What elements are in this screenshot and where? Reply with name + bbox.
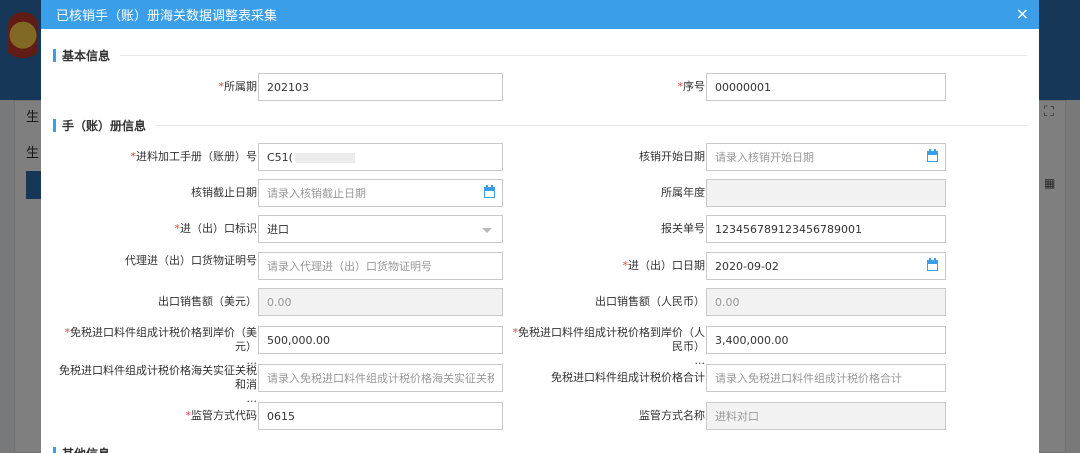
year-input: [706, 179, 946, 207]
section-marker: [53, 48, 56, 62]
period-label: *所属期: [218, 80, 258, 93]
year-label: 所属年度: [661, 186, 705, 199]
export-usd-label: 出口销售额（美元）: [158, 295, 257, 308]
io-flag-label: *进（出）口标识: [174, 222, 258, 235]
tax-total-input[interactable]: 请录入免税进口料件组成计税价格合计: [706, 364, 946, 392]
modal-title-bar: 已核销手（账）册海关数据调整表采集 ×: [41, 0, 1039, 29]
section-title-handbook: 手（账）册信息: [62, 118, 147, 133]
calendar-icon[interactable]: [927, 149, 938, 162]
cif-usd-input[interactable]: 500,000.00: [258, 326, 503, 354]
seq-input[interactable]: 00000001: [706, 73, 946, 101]
agent-cert-label: 代理进（出）口货物证明号: [125, 254, 257, 267]
agent-cert-input[interactable]: 请录入代理进（出）口货物证明号: [258, 252, 503, 280]
section-divider: [120, 54, 1027, 56]
export-usd-input: 0.00: [258, 288, 503, 316]
verify-end-date-input[interactable]: 请录入核销截止日期: [258, 179, 503, 207]
section-title-other: 其他信息: [62, 445, 110, 453]
cif-usd-label: *免税进口料件组成计税价格到岸价（美元）...: [64, 326, 258, 367]
cif-rmb-label: *免税进口料件组成计税价格到岸价（人民币）...: [512, 326, 706, 367]
seq-label: *序号: [677, 80, 706, 93]
verify-end-label: 核销截止日期: [191, 186, 257, 199]
io-date-label: *进（出）口日期: [622, 259, 706, 272]
customs-tax-label: 免税进口料件组成计税价格海关实征关税和消...: [59, 364, 257, 405]
close-icon[interactable]: ×: [1016, 4, 1029, 23]
export-rmb-label: 出口销售额（人民币）: [595, 295, 705, 308]
modal-title: 已核销手（账）册海关数据调整表采集: [56, 9, 278, 24]
section-basic: 基本信息: [53, 47, 1027, 63]
supervision-code-input[interactable]: 0615: [258, 402, 503, 430]
declaration-no-input[interactable]: 123456789123456789001: [706, 215, 946, 243]
customs-tax-input[interactable]: 请录入免税进口料件组成计税价格海关实征关税和消费税: [258, 364, 503, 392]
period-input[interactable]: 202103: [258, 73, 503, 101]
section-other: 其他信息: [53, 445, 1027, 453]
calendar-icon[interactable]: [927, 258, 938, 271]
handbook-no-label: *进料加工手册（账册）号: [130, 150, 258, 163]
tax-total-label: 免税进口料件组成计税价格合计: [551, 371, 705, 384]
export-rmb-input: 0.00: [706, 288, 946, 316]
io-flag-select[interactable]: 进口: [258, 215, 503, 243]
calendar-icon[interactable]: [484, 185, 495, 198]
data-adjustment-modal: 已核销手（账）册海关数据调整表采集 × 基本信息 *所属期 202103 *序号…: [41, 0, 1039, 453]
verify-start-date-input[interactable]: 请录入核销开始日期: [706, 143, 946, 171]
section-title-basic: 基本信息: [62, 48, 111, 63]
supervision-name-input: 进料对口: [706, 402, 946, 430]
redacted-mask: [294, 152, 355, 163]
handbook-no-input[interactable]: C51(: [258, 143, 503, 171]
supervision-name-label: 监管方式名称: [639, 409, 705, 422]
section-marker: [53, 118, 56, 132]
declaration-no-label: 报关单号: [661, 222, 705, 235]
verify-start-label: 核销开始日期: [639, 150, 705, 163]
section-divider: [156, 124, 1027, 126]
supervision-code-label: *监管方式代码: [185, 409, 258, 422]
chevron-down-icon[interactable]: [482, 228, 492, 233]
section-handbook: 手（账）册信息: [53, 117, 1027, 133]
section-marker: [53, 446, 56, 453]
cif-rmb-input[interactable]: 3,400,000.00: [706, 326, 946, 354]
io-date-input[interactable]: 2020-09-02: [706, 252, 946, 280]
